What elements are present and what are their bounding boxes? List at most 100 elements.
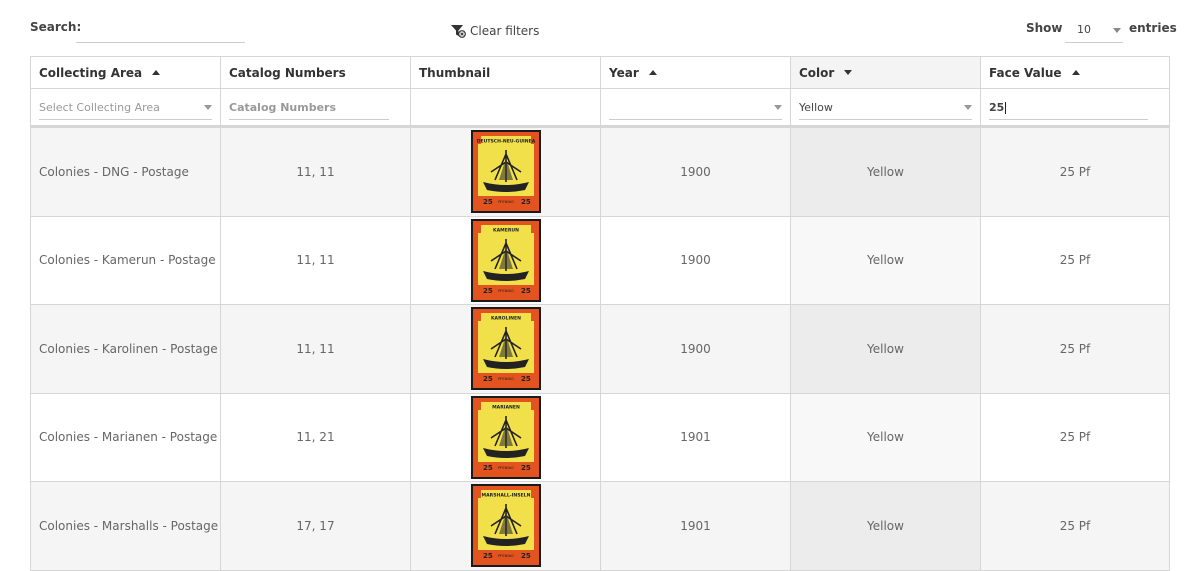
text-cursor xyxy=(1005,102,1007,114)
cell-collecting-area: Colonies - Marianen - Postage xyxy=(31,393,221,482)
color-filter-select[interactable]: Yellow xyxy=(799,98,972,120)
column-header-color[interactable]: Color xyxy=(791,57,981,89)
cell-color: Yellow xyxy=(791,305,981,394)
year-text: 1900 xyxy=(680,164,711,179)
face-value-filter-value: 25 xyxy=(989,101,1005,114)
cell-thumbnail: MARSHALL-INSELN 25 25 PFENNIG xyxy=(411,482,601,571)
collecting-area-filter-placeholder: Select Collecting Area xyxy=(39,101,160,114)
cell-year: 1901 xyxy=(601,393,791,482)
cell-collecting-area: Colonies - Karolinen - Postage xyxy=(31,305,221,394)
face-value-filter-input[interactable]: 25 xyxy=(989,98,1148,120)
filter-clear-icon xyxy=(451,25,466,38)
sort-desc-icon xyxy=(844,70,853,75)
entries-label: entries xyxy=(1129,21,1177,35)
sort-asc-icon xyxy=(152,70,161,75)
stamp-thumbnail[interactable]: KAMERUN 25 25 PFENNIG xyxy=(470,218,541,302)
catalog-numbers-text: 17, 17 xyxy=(296,518,335,533)
table-header-row: Collecting Area Catalog Numbers Thumbnai… xyxy=(31,57,1170,89)
stamps-table: Collecting Area Catalog Numbers Thumbnai… xyxy=(30,56,1170,571)
cell-collecting-area: Colonies - Marshalls - Postage xyxy=(31,482,221,571)
year-filter-select[interactable] xyxy=(609,98,782,120)
cell-color: Yellow xyxy=(791,482,981,571)
catalog-numbers-filter-input[interactable]: Catalog Numbers xyxy=(229,98,389,120)
column-header-thumbnail: Thumbnail xyxy=(411,57,601,89)
column-header-collecting-area[interactable]: Collecting Area xyxy=(31,57,221,89)
cell-thumbnail: DEUTSCH-NEU-GUINEA 25 25 PFENNIG xyxy=(411,128,601,217)
color-filter-value: Yellow xyxy=(799,101,833,114)
entries-per-page-select[interactable]: 10 xyxy=(1065,17,1123,43)
collecting-area-filter-select[interactable]: Select Collecting Area xyxy=(39,98,212,120)
chevron-down-icon xyxy=(774,105,782,110)
chevron-down-icon xyxy=(1113,28,1121,33)
face-value-text: 25 Pf xyxy=(1059,253,1091,268)
cell-color: Yellow xyxy=(791,216,981,305)
filter-cell-thumbnail xyxy=(411,89,601,126)
cell-catalog-numbers: 11, 11 xyxy=(221,128,411,217)
stamp-thumbnail[interactable]: MARSHALL-INSELN 25 25 PFENNIG xyxy=(470,484,541,568)
svg-text:25: 25 xyxy=(483,464,493,472)
face-value-text: 25 Pf xyxy=(1059,341,1091,356)
svg-text:25: 25 xyxy=(483,375,493,383)
color-text: Yellow xyxy=(867,164,904,179)
table-toolbar: Search: Clear filters Show 10 entries xyxy=(0,0,1200,56)
cell-collecting-area: Colonies - Kamerun - Postage xyxy=(31,216,221,305)
stamp-thumbnail[interactable]: MARIANEN 25 25 PFENNIG xyxy=(470,395,541,479)
collecting-area-text: Colonies - Kamerun - Postage xyxy=(39,253,216,268)
collecting-area-text: Colonies - Karolinen - Postage xyxy=(39,341,218,356)
cell-year: 1900 xyxy=(601,128,791,217)
stamp-thumbnail[interactable]: KAROLINEN 25 25 PFENNIG xyxy=(470,307,541,391)
filter-cell-collecting-area: Select Collecting Area xyxy=(31,89,221,126)
stamp-image: MARSHALL-INSELN 25 25 PFENNIG xyxy=(472,486,539,566)
column-header-face-value[interactable]: Face Value xyxy=(981,57,1170,89)
year-text: 1900 xyxy=(680,341,711,356)
stamp-image: MARIANEN 25 25 PFENNIG xyxy=(472,397,539,477)
cell-catalog-numbers: 17, 17 xyxy=(221,482,411,571)
cell-thumbnail: MARIANEN 25 25 PFENNIG xyxy=(411,393,601,482)
svg-text:PFENNIG: PFENNIG xyxy=(498,466,514,470)
column-header-catalog-numbers[interactable]: Catalog Numbers xyxy=(221,57,411,89)
clear-filters-button[interactable]: Clear filters xyxy=(450,24,539,38)
cell-face-value: 25 Pf xyxy=(981,482,1170,571)
filter-cell-face-value: 25 xyxy=(981,89,1170,126)
cell-catalog-numbers: 11, 11 xyxy=(221,305,411,394)
svg-text:DEUTSCH-NEU-GUINEA: DEUTSCH-NEU-GUINEA xyxy=(476,139,535,145)
table-row[interactable]: Colonies - Marianen - Postage 11, 21 MAR… xyxy=(31,393,1170,482)
year-text: 1900 xyxy=(680,253,711,268)
table-row[interactable]: Colonies - Karolinen - Postage 11, 11 KA… xyxy=(31,305,1170,394)
table-row[interactable]: Colonies - DNG - Postage 11, 11 DEUTSCH-… xyxy=(31,128,1170,217)
table-row[interactable]: Colonies - Kamerun - Postage 11, 11 KAME… xyxy=(31,216,1170,305)
table-row[interactable]: Colonies - Marshalls - Postage 17, 17 MA… xyxy=(31,482,1170,571)
search-label: Search: xyxy=(30,20,82,34)
cell-thumbnail: KAMERUN 25 25 PFENNIG xyxy=(411,216,601,305)
svg-text:25: 25 xyxy=(483,287,493,295)
stamp-thumbnail[interactable]: DEUTSCH-NEU-GUINEA 25 25 PFENNIG xyxy=(470,130,541,214)
table-filter-row: Select Collecting Area Catalog Numbers Y… xyxy=(31,89,1170,128)
cell-catalog-numbers: 11, 11 xyxy=(221,216,411,305)
cell-year: 1900 xyxy=(601,216,791,305)
collecting-area-text: Colonies - Marianen - Postage xyxy=(39,430,218,445)
catalog-numbers-filter-placeholder: Catalog Numbers xyxy=(229,101,337,114)
sort-asc-icon xyxy=(648,70,657,75)
year-text: 1901 xyxy=(680,518,711,533)
catalog-numbers-text: 11, 11 xyxy=(296,164,335,179)
show-label: Show xyxy=(1026,21,1063,35)
face-value-text: 25 Pf xyxy=(1059,430,1091,445)
cell-thumbnail: KAROLINEN 25 25 PFENNIG xyxy=(411,305,601,394)
color-text: Yellow xyxy=(867,518,904,533)
catalog-numbers-text: 11, 11 xyxy=(296,253,335,268)
svg-text:PFENNIG: PFENNIG xyxy=(498,289,514,293)
face-value-text: 25 Pf xyxy=(1059,518,1091,533)
cell-face-value: 25 Pf xyxy=(981,128,1170,217)
chevron-down-icon xyxy=(204,105,212,110)
svg-text:25: 25 xyxy=(483,198,493,206)
svg-text:KAROLINEN: KAROLINEN xyxy=(490,316,520,322)
color-text: Yellow xyxy=(867,430,904,445)
column-header-label: Year xyxy=(609,65,639,80)
face-value-text: 25 Pf xyxy=(1059,164,1091,179)
svg-text:PFENNIG: PFENNIG xyxy=(498,200,514,204)
search-input[interactable] xyxy=(76,18,245,43)
collecting-area-text: Colonies - DNG - Postage xyxy=(39,164,189,179)
svg-text:25: 25 xyxy=(521,198,531,206)
cell-collecting-area: Colonies - DNG - Postage xyxy=(31,128,221,217)
column-header-year[interactable]: Year xyxy=(601,57,791,89)
